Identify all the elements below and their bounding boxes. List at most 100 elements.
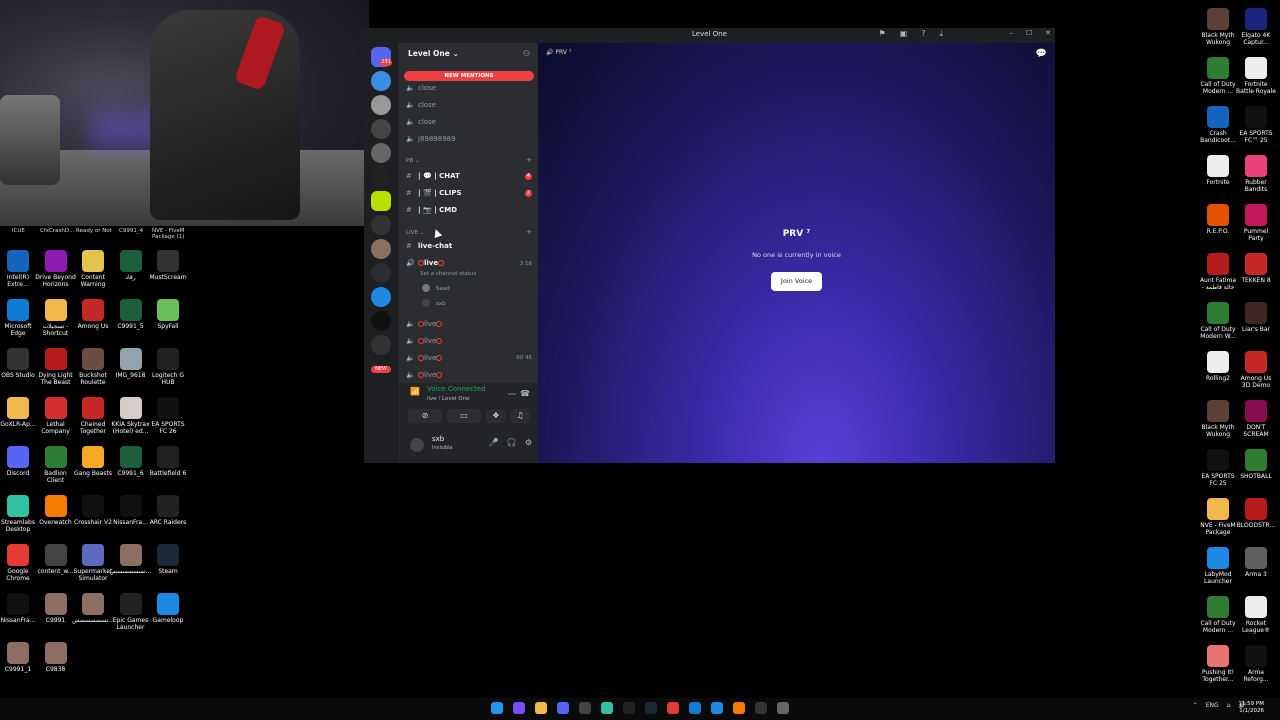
taskbar-app-icon[interactable] — [755, 702, 767, 714]
desktop-label[interactable]: NVE - FiveM Package (1) — [152, 228, 188, 240]
desktop-shortcut[interactable]: TEKKEN 8 — [1231, 253, 1280, 284]
server-icon[interactable] — [371, 215, 391, 235]
edge-taskbar-icon[interactable] — [689, 702, 701, 714]
category-pb[interactable]: PB ⌄ — [406, 158, 419, 164]
channel-status-hint[interactable]: Set a channel status — [420, 271, 476, 277]
copilot-icon[interactable] — [513, 702, 525, 714]
voice-channel[interactable]: 🔈 j89898989 — [406, 135, 456, 143]
voice-connected-label[interactable]: Voice Connected — [427, 385, 486, 393]
taskbar-app-icon[interactable] — [733, 702, 745, 714]
guild-name[interactable]: Level One ⌄ — [408, 49, 459, 58]
server-icon[interactable] — [371, 239, 391, 259]
text-channel-live-chat[interactable]: # live-chat — [406, 242, 452, 250]
server-icon[interactable] — [371, 263, 391, 283]
epic-taskbar-icon[interactable] — [623, 702, 635, 714]
voice-member[interactable]: Saad — [422, 284, 450, 292]
flag-icon[interactable]: ⚑ — [878, 29, 885, 39]
desktop-shortcut[interactable]: ARC Raiders — [143, 495, 193, 526]
discord-taskbar-icon[interactable] — [557, 702, 569, 714]
voice-channel-live[interactable]: 🔈 live — [406, 354, 443, 362]
user-avatar[interactable] — [410, 438, 424, 452]
maximize-icon[interactable]: ☐ — [1026, 29, 1032, 37]
desktop-shortcut[interactable]: Pummel Party — [1231, 204, 1280, 242]
clock[interactable]: 11:59 PM 1/1/2026 — [1238, 701, 1264, 715]
desktop-shortcut[interactable]: Rubber Bandits — [1231, 155, 1280, 193]
voice-channel-live[interactable]: 🔈 live — [406, 320, 443, 328]
server-icon[interactable] — [371, 287, 391, 307]
voice-channel[interactable]: 🔈 close — [406, 84, 436, 92]
voice-connected-channel[interactable]: live / Level One — [427, 396, 470, 402]
taskbar-app-icon[interactable] — [711, 702, 723, 714]
desktop-shortcut[interactable]: Arma 3 — [1231, 547, 1280, 578]
desktop-shortcut[interactable]: Logitech G HUB — [143, 348, 193, 386]
soundboard-button[interactable]: ♫ — [510, 409, 530, 423]
server-icon[interactable] — [371, 71, 391, 91]
chevron-up-icon[interactable]: ⌃ — [1193, 702, 1198, 709]
desktop-label[interactable]: CfxCrashD... — [40, 228, 74, 234]
help-icon[interactable]: ? — [921, 29, 925, 39]
voice-channel[interactable]: 🔈 close — [406, 118, 436, 126]
close-icon[interactable]: ✕ — [1045, 29, 1051, 37]
create-channel-icon[interactable]: + — [526, 228, 532, 236]
desktop-label[interactable]: iCUE — [12, 228, 25, 234]
server-icon[interactable] — [371, 311, 391, 331]
desktop-shortcut[interactable]: EA SPORTS FC™ 25 — [1231, 106, 1280, 144]
desktop-shortcut[interactable]: SHOTBALL — [1231, 449, 1280, 480]
settings-gear-icon[interactable]: ⚙ — [525, 438, 532, 447]
desktop-shortcut[interactable]: Gameloop — [143, 593, 193, 624]
desktop-shortcut[interactable]: MustScream — [143, 250, 193, 281]
desktop-shortcut[interactable]: Liar's Bar — [1231, 302, 1280, 333]
streamlabs-taskbar-icon[interactable] — [601, 702, 613, 714]
server-icon[interactable] — [371, 167, 391, 187]
join-voice-button[interactable]: Join Voice — [771, 272, 822, 291]
file-explorer-icon[interactable] — [535, 702, 547, 714]
desktop-shortcut[interactable]: DON'T SCREAM — [1231, 400, 1280, 438]
noise-suppression-icon[interactable]: 〰 — [508, 389, 516, 400]
taskbar-app-icon[interactable] — [579, 702, 591, 714]
headphones-icon[interactable]: 🎧 — [507, 438, 517, 447]
download-icon[interactable]: ⤓ — [939, 29, 943, 39]
chat-bubble-icon[interactable]: 💬 — [1036, 49, 1047, 59]
minimize-icon[interactable]: – — [1009, 29, 1013, 37]
chrome-taskbar-icon[interactable] — [667, 702, 679, 714]
server-icon[interactable] — [371, 335, 391, 355]
disconnect-icon[interactable]: ☎ — [520, 389, 530, 398]
voice-member[interactable]: sxb — [422, 299, 446, 307]
server-icon[interactable] — [371, 143, 391, 163]
text-channel-clips[interactable]: # | 🎬 | CLIPS — [406, 189, 462, 197]
desktop-shortcut[interactable]: EA SPORTS FC 26 — [143, 397, 193, 435]
voice-channel[interactable]: 🔈 close — [406, 101, 436, 109]
new-mentions-banner[interactable]: NEW MENTIONS — [404, 71, 534, 81]
camera-button[interactable]: ⊘ — [408, 409, 442, 423]
desktop-shortcut[interactable]: Arma Reforg... — [1231, 645, 1280, 683]
screen-icon[interactable]: ▣ — [900, 29, 908, 39]
server-icon[interactable] — [371, 119, 391, 139]
taskbar-app-icon[interactable] — [777, 702, 789, 714]
desktop-shortcut[interactable]: SpyFall — [143, 299, 193, 330]
steam-taskbar-icon[interactable] — [645, 702, 657, 714]
voice-channel-live[interactable]: 🔈 live — [406, 337, 443, 345]
start-icon[interactable] — [491, 702, 503, 714]
text-channel-chat[interactable]: # | 💬 | CHAT — [406, 172, 460, 180]
add-member-icon[interactable]: ⚇ — [523, 49, 530, 58]
screen-share-button[interactable]: ▭ — [447, 409, 481, 423]
microphone-icon[interactable]: 🎤 — [489, 438, 499, 447]
server-icon[interactable] — [371, 95, 391, 115]
desktop-shortcut[interactable]: Battlefield 6 — [143, 446, 193, 477]
activities-button[interactable]: ❖ — [486, 409, 506, 423]
lang-indicator[interactable]: ENG — [1206, 702, 1219, 709]
desktop-shortcut[interactable]: C9838 — [31, 642, 81, 673]
voice-channel-live-active[interactable]: 🔊 live — [406, 259, 445, 267]
voice-channel-live[interactable]: 🔈 live — [406, 371, 443, 379]
category-live[interactable]: LIVE ⌄ — [406, 230, 424, 236]
desktop-shortcut[interactable]: Elgato 4K Captur... — [1231, 8, 1280, 46]
desktop-label[interactable]: C9991_4 — [119, 228, 143, 234]
network-icon[interactable]: ⌂ — [1227, 702, 1231, 709]
desktop-shortcut[interactable]: Rocket League® — [1231, 596, 1280, 634]
desktop-shortcut[interactable]: Steam — [143, 544, 193, 575]
user-name[interactable]: sxb — [432, 435, 444, 443]
desktop-shortcut[interactable]: BLOODSTR... — [1231, 498, 1280, 529]
create-channel-icon[interactable]: + — [526, 156, 532, 164]
server-icon[interactable] — [371, 191, 391, 211]
desktop-label[interactable]: Ready or Not — [76, 228, 112, 234]
